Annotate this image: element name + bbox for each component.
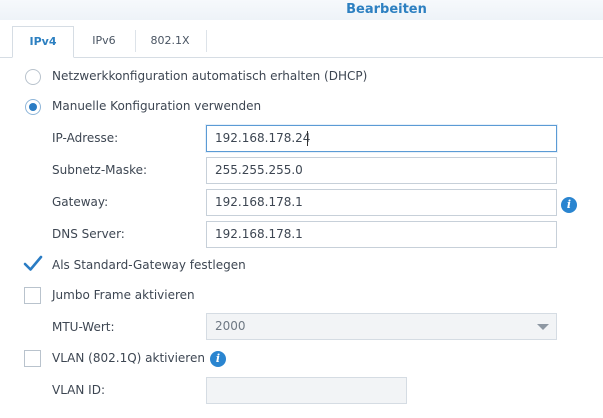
- chevron-down-icon[interactable]: [537, 324, 549, 330]
- dns-server-value: 192.168.178.1: [215, 227, 303, 241]
- ip-address-input[interactable]: 192.168.178.24: [206, 125, 557, 152]
- manual-config-label: Manuelle Konfiguration verwenden: [52, 99, 262, 113]
- gateway-label: Gateway:: [52, 195, 109, 209]
- tab-8021x[interactable]: 802.1X: [138, 26, 202, 56]
- info-icon[interactable]: i: [561, 197, 577, 213]
- vlan-id-label: VLAN ID:: [52, 383, 105, 397]
- mtu-value: 2000: [215, 319, 246, 333]
- checkmark-icon: [23, 255, 43, 271]
- jumbo-frame-checkbox[interactable]: [24, 287, 41, 304]
- gateway-input[interactable]: 192.168.178.1: [206, 189, 557, 216]
- ip-address-label: IP-Adresse:: [52, 131, 119, 145]
- manual-config-radio[interactable]: [25, 99, 41, 115]
- vlan-id-input[interactable]: [206, 377, 407, 404]
- mtu-label: MTU-Wert:: [52, 320, 115, 334]
- tab-divider: [135, 30, 136, 52]
- tab-ipv6[interactable]: IPv6: [78, 26, 130, 56]
- tab-divider: [206, 30, 207, 52]
- subnet-mask-input[interactable]: 255.255.255.0: [206, 157, 557, 184]
- gateway-value: 192.168.178.1: [215, 195, 303, 209]
- vlan-label: VLAN (802.1Q) aktivieren: [52, 351, 205, 365]
- dns-server-label: DNS Server:: [52, 227, 125, 241]
- tab-ipv4[interactable]: IPv4: [12, 26, 74, 58]
- subnet-mask-label: Subnetz-Maske:: [52, 163, 148, 177]
- dhcp-radio[interactable]: [25, 69, 41, 85]
- info-icon[interactable]: i: [210, 351, 226, 367]
- subnet-mask-value: 255.255.255.0: [215, 163, 303, 177]
- dhcp-label: Netzwerkkonfiguration automatisch erhalt…: [52, 69, 368, 83]
- default-gateway-label: Als Standard-Gateway festlegen: [52, 258, 246, 272]
- dialog-title: Bearbeiten: [346, 2, 427, 17]
- dns-server-input[interactable]: 192.168.178.1: [206, 221, 557, 248]
- default-gateway-checkbox[interactable]: [23, 255, 43, 273]
- jumbo-frame-label: Jumbo Frame aktivieren: [52, 288, 195, 302]
- mtu-select[interactable]: 2000: [206, 313, 557, 340]
- vlan-checkbox[interactable]: [24, 350, 41, 367]
- ip-address-value: 192.168.178.24: [215, 131, 311, 145]
- text-cursor: [307, 131, 308, 146]
- tab-bar: IPv4 IPv6 802.1X: [0, 20, 603, 58]
- dialog-title-bar: Bearbeiten: [0, 0, 603, 20]
